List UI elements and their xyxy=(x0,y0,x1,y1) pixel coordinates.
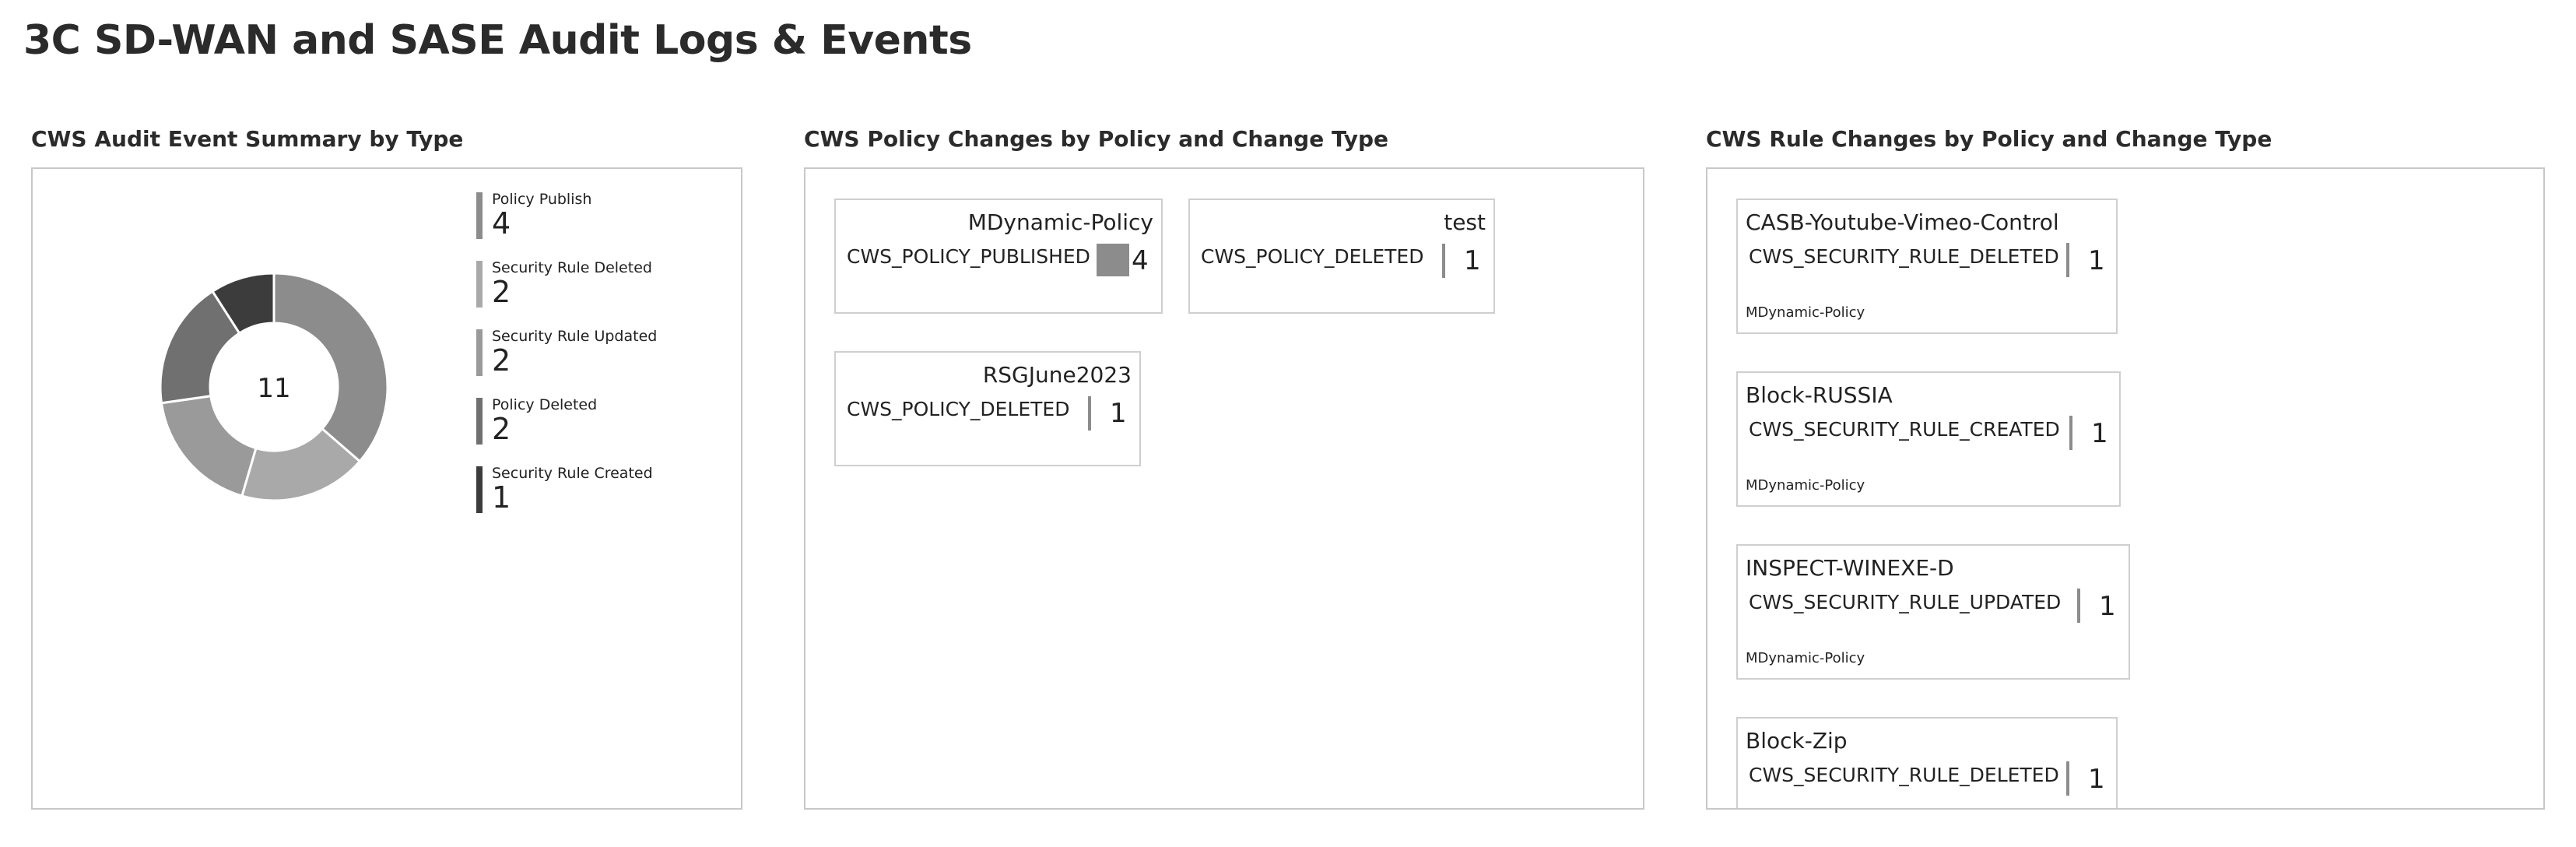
policy-name: MDynamic-Policy xyxy=(1746,650,1865,666)
count-bar xyxy=(1088,396,1091,431)
policy-card[interactable]: RSGJune2023 CWS_POLICY_DELETED 1 xyxy=(834,351,1141,466)
policy-card[interactable]: MDynamic-Policy CWS_POLICY_PUBLISHED 4 xyxy=(834,199,1163,314)
donut-slice-policy-publish[interactable] xyxy=(272,272,389,463)
count-bar xyxy=(2066,761,2069,796)
legend-label: Policy Publish xyxy=(492,191,592,208)
change-count: 1 xyxy=(2088,245,2105,276)
count-bar xyxy=(2077,589,2080,623)
legend-item-security-rule-deleted[interactable]: Security Rule Deleted 2 xyxy=(476,259,657,328)
count-bar xyxy=(2069,416,2072,450)
change-type: CWS_SECURITY_RULE_UPDATED xyxy=(1749,591,2062,613)
policy-name: RSGJune2023 xyxy=(982,362,1132,388)
rule-changes-panel[interactable]: CASB-Youtube-Vimeo-Control CWS_SECURITY_… xyxy=(1706,167,2545,810)
policy-name: test xyxy=(1444,209,1486,235)
policy-panel-title: CWS Policy Changes by Policy and Change … xyxy=(804,126,1389,152)
legend-label: Security Rule Updated xyxy=(492,328,658,345)
legend-swatch xyxy=(476,466,483,513)
donut-slice-security-rule-updated[interactable] xyxy=(160,394,258,497)
legend-item-security-rule-created[interactable]: Security Rule Created 1 xyxy=(476,465,657,533)
change-count: 1 xyxy=(2088,764,2105,795)
rule-panel-title: CWS Rule Changes by Policy and Change Ty… xyxy=(1706,126,2272,152)
rule-card[interactable]: Block-Zip CWS_SECURITY_RULE_DELETED 1 xyxy=(1736,717,2118,808)
change-count: 1 xyxy=(2099,591,2116,622)
rule-name: Block-Zip xyxy=(1746,728,1848,754)
legend-label: Security Rule Created xyxy=(492,465,653,482)
change-count: 4 xyxy=(1132,245,1149,276)
change-count: 1 xyxy=(1464,245,1481,276)
change-count: 1 xyxy=(2091,418,2108,449)
policy-name: MDynamic-Policy xyxy=(1746,477,1865,494)
change-type: CWS_POLICY_PUBLISHED xyxy=(847,245,1090,268)
legend-swatch xyxy=(476,192,483,239)
donut-chart[interactable]: 11 xyxy=(157,270,391,504)
change-type: CWS_SECURITY_RULE_DELETED xyxy=(1749,245,2059,268)
change-count: 1 xyxy=(1110,398,1127,429)
legend-swatch xyxy=(476,261,483,308)
donut-center-total: 11 xyxy=(257,373,290,404)
change-type: CWS_POLICY_DELETED xyxy=(1201,245,1424,268)
policy-changes-panel[interactable]: MDynamic-Policy CWS_POLICY_PUBLISHED 4 t… xyxy=(804,167,1644,810)
legend-value: 2 xyxy=(492,275,511,309)
legend-swatch xyxy=(476,398,483,445)
page-title: 3C SD-WAN and SASE Audit Logs & Events xyxy=(23,17,972,64)
legend-item-policy-deleted[interactable]: Policy Deleted 2 xyxy=(476,396,657,465)
legend-value: 2 xyxy=(492,343,511,378)
count-bar xyxy=(1097,244,1129,276)
rule-name: Block-RUSSIA xyxy=(1746,382,1893,408)
legend-value: 4 xyxy=(492,206,511,241)
policy-name: MDynamic-Policy xyxy=(1746,304,1865,321)
rule-card[interactable]: CASB-Youtube-Vimeo-Control CWS_SECURITY_… xyxy=(1736,199,2118,334)
legend-value: 1 xyxy=(492,480,511,515)
rule-card[interactable]: Block-RUSSIA CWS_SECURITY_RULE_CREATED 1… xyxy=(1736,371,2121,507)
count-bar xyxy=(1442,244,1445,278)
legend-label: Policy Deleted xyxy=(492,396,598,413)
rule-card[interactable]: INSPECT-WINEXE-D CWS_SECURITY_RULE_UPDAT… xyxy=(1736,544,2130,680)
chart-legend: Policy Publish 4 Security Rule Deleted 2… xyxy=(476,191,657,533)
count-bar xyxy=(2066,243,2069,277)
change-type: CWS_SECURITY_RULE_CREATED xyxy=(1749,418,2060,441)
policy-name: MDynamic-Policy xyxy=(967,209,1153,235)
change-type: CWS_SECURITY_RULE_DELETED xyxy=(1749,764,2059,786)
legend-value: 2 xyxy=(492,412,511,446)
legend-item-policy-publish[interactable]: Policy Publish 4 xyxy=(476,191,657,259)
audit-summary-panel[interactable]: 11 Policy Publish 4 Security Rule Delete… xyxy=(31,167,742,810)
rule-name: INSPECT-WINEXE-D xyxy=(1746,555,1954,581)
legend-item-security-rule-updated[interactable]: Security Rule Updated 2 xyxy=(476,328,657,396)
summary-panel-title: CWS Audit Event Summary by Type xyxy=(31,126,464,152)
rule-name: CASB-Youtube-Vimeo-Control xyxy=(1746,209,2059,235)
legend-swatch xyxy=(476,329,483,376)
policy-card[interactable]: test CWS_POLICY_DELETED 1 xyxy=(1188,199,1495,314)
legend-label: Security Rule Deleted xyxy=(492,259,652,276)
change-type: CWS_POLICY_DELETED xyxy=(847,398,1070,420)
